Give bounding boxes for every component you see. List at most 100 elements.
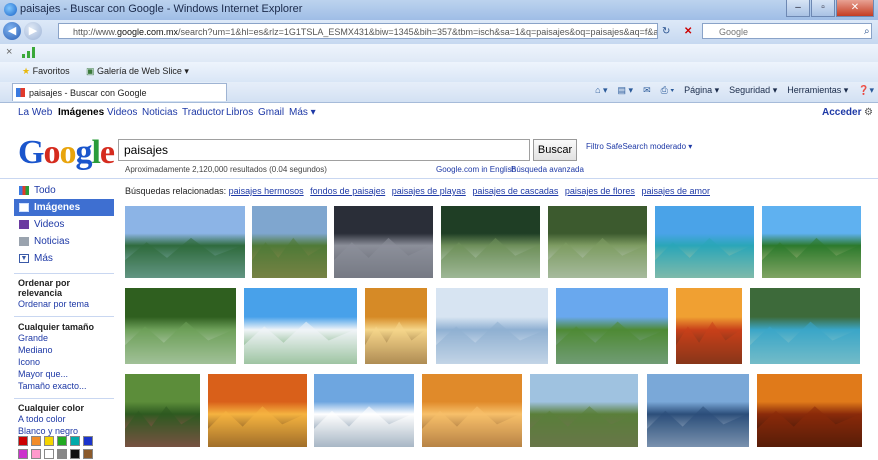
color-swatch[interactable] [31,449,41,459]
image-thumbnail[interactable] [530,374,638,447]
sidebar-item-news[interactable]: Noticias [14,233,114,250]
image-thumbnail[interactable] [125,288,236,364]
order-link[interactable]: Ordenar por tema [14,298,114,310]
gbar-more[interactable]: Más ▾ [289,107,316,118]
security-menu[interactable]: Seguridad ▾ [729,85,777,96]
feeds-icon[interactable]: ▤ ▾ [618,85,634,96]
search-icon[interactable]: ⌕ [864,26,870,37]
color-swatch[interactable] [70,449,80,459]
color-swatch[interactable] [70,436,80,446]
maximize-button[interactable]: ▫ [811,0,835,17]
color-swatch[interactable] [44,449,54,459]
web-slice-gallery[interactable]: ▣ Galería de Web Slice ▾ [86,66,189,77]
mail-icon[interactable]: ✉ [643,85,651,96]
size-link[interactable]: Tamaño exacto... [14,380,114,392]
favorites-button[interactable]: ★ Favoritos [22,66,70,77]
sidebar-item-images[interactable]: Imágenes [14,199,114,216]
gbar-books[interactable]: Libros [226,107,253,118]
tools-menu[interactable]: Herramientas ▾ [787,85,848,96]
size-link[interactable]: Icono [14,356,114,368]
color-swatch[interactable] [57,436,67,446]
gbar-translate[interactable]: Traductor [182,107,224,118]
image-thumbnail[interactable] [334,206,433,278]
size-link[interactable]: Mayor que... [14,368,114,380]
window-titlebar: paisajes - Buscar con Google - Windows I… [0,0,878,20]
color-swatch[interactable] [83,436,93,446]
thumbnail-landscape [125,237,245,278]
google-logo[interactable]: Google [18,134,115,172]
close-button[interactable]: ✕ [836,0,874,17]
sidebar-divider [14,316,114,317]
image-thumbnail[interactable] [365,288,427,364]
gear-icon[interactable]: ⚙ [864,107,873,118]
related-searches: Búsquedas relacionadas: paisajes hermoso… [125,186,714,196]
image-thumbnail[interactable] [208,374,307,447]
image-thumbnail[interactable] [125,206,245,278]
image-thumbnail[interactable] [556,288,668,364]
image-thumbnail[interactable] [676,288,742,364]
size-link[interactable]: Mediano [14,344,114,356]
refresh-icon[interactable]: ↻ [662,26,670,37]
forward-icon[interactable]: ▶ [24,22,42,40]
related-link[interactable]: fondos de paisajes [310,186,385,196]
color-swatch[interactable] [18,436,28,446]
news-icon [19,237,29,246]
sidebar-item-videos[interactable]: Videos [14,216,114,233]
gbar-news[interactable]: Noticias [142,107,178,118]
safesearch-link[interactable]: Filtro SafeSearch moderado ▾ [586,142,692,151]
image-thumbnail[interactable] [244,288,357,364]
url-input[interactable]: http://www.google.com.mx/search?um=1&hl=… [58,23,658,39]
star-icon: ★ [22,66,31,76]
sidebar-label: Imágenes [34,202,81,213]
minimize-button[interactable]: – [786,0,810,17]
gbar-images[interactable]: Imágenes [58,107,104,118]
search-box[interactable]: Google [702,23,872,39]
image-thumbnail[interactable] [647,374,749,447]
size-link[interactable]: Grande [14,332,114,344]
related-link[interactable]: paisajes de amor [641,186,710,196]
related-link[interactable]: paisajes de cascadas [472,186,558,196]
stop-icon[interactable]: ✕ [684,26,692,37]
image-thumbnail[interactable] [441,206,540,278]
back-icon[interactable]: ◀ [3,22,21,40]
advanced-search-link[interactable]: Búsqueda avanzada [511,165,584,174]
sidebar-item-all[interactable]: Todo [14,182,114,199]
close-toolbar-icon[interactable]: × [6,46,12,58]
image-thumbnail[interactable] [757,374,862,447]
browser-tab[interactable]: paisajes - Buscar con Google [12,83,227,101]
image-thumbnail[interactable] [422,374,522,447]
search-input[interactable]: paisajes [118,139,530,161]
help-icon[interactable]: ❓▾ [858,85,874,96]
color-swatch[interactable] [18,449,28,459]
related-link[interactable]: paisajes hermosos [229,186,304,196]
image-thumbnail[interactable] [750,288,860,364]
thumbnail-landscape [647,406,749,447]
related-link[interactable]: paisajes de flores [565,186,635,196]
gbar-videos[interactable]: Videos [107,107,137,118]
gbar-gmail[interactable]: Gmail [258,107,284,118]
favorites-bar: ★ Favoritos ▣ Galería de Web Slice ▾ [0,62,878,83]
color-swatch[interactable] [31,436,41,446]
color-link[interactable]: A todo color [14,413,114,425]
search-button[interactable]: Buscar [533,139,577,161]
home-icon[interactable]: ⌂ ▾ [595,85,607,96]
color-swatch[interactable] [44,436,54,446]
logo-letter: o [43,134,60,171]
image-thumbnail[interactable] [314,374,414,447]
page-menu[interactable]: Página ▾ [684,85,719,96]
color-swatch[interactable] [57,449,67,459]
signin-link[interactable]: Acceder [822,107,861,118]
image-thumbnail[interactable] [762,206,861,278]
gbar-web[interactable]: La Web [18,107,52,118]
image-thumbnail[interactable] [436,288,548,364]
print-icon[interactable]: ⎙ ▾ [661,85,674,96]
image-thumbnail[interactable] [655,206,754,278]
image-thumbnail[interactable] [252,206,327,278]
thumbnail-landscape [762,237,861,278]
sidebar-item-more[interactable]: ▼ Más [14,250,114,267]
english-link[interactable]: Google.com in English [436,165,516,174]
image-thumbnail[interactable] [548,206,647,278]
related-link[interactable]: paisajes de playas [392,186,466,196]
color-swatch[interactable] [83,449,93,459]
image-thumbnail[interactable] [125,374,200,447]
